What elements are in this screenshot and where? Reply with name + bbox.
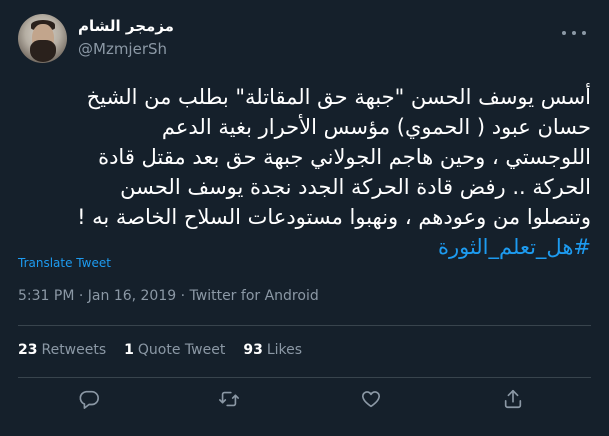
tweet-line: الحركة .. رفض قادة الحركة الجدد نجدة يوس… bbox=[120, 175, 591, 199]
tweet-date[interactable]: Jan 16, 2019 bbox=[88, 288, 176, 304]
tweet-source[interactable]: Twitter for Android bbox=[190, 288, 319, 304]
avatar-beard bbox=[30, 40, 56, 62]
author-handle[interactable]: @MzmjerSh bbox=[78, 40, 167, 58]
reply-icon[interactable] bbox=[78, 388, 102, 412]
divider bbox=[18, 325, 591, 326]
retweet-icon[interactable] bbox=[218, 388, 242, 412]
tweet-text: أسس يوسف الحسن "جبهة حق المقاتلة" بطلب م… bbox=[18, 82, 591, 262]
quotes-label: Quote Tweet bbox=[137, 342, 226, 358]
tweet-stats: 23 Retweets 1 Quote Tweet 93 Likes bbox=[18, 342, 302, 358]
meta-separator: · bbox=[180, 288, 190, 304]
retweets-stat[interactable]: 23 Retweets bbox=[18, 342, 106, 358]
tweet-time[interactable]: 5:31 PM bbox=[18, 288, 74, 304]
tweet-actions bbox=[0, 388, 609, 414]
retweets-count: 23 bbox=[18, 342, 38, 358]
tweet-line: حسان عبود ( الحموي) مؤسس الأحرار بغية ال… bbox=[161, 115, 591, 139]
tweet-line: وتنصلوا من وعودهم ، ونهبوا مستودعات السل… bbox=[77, 205, 591, 229]
more-dot bbox=[572, 31, 576, 35]
more-dot bbox=[582, 31, 586, 35]
more-icon[interactable] bbox=[562, 24, 586, 42]
avatar[interactable] bbox=[18, 14, 67, 63]
likes-label: Likes bbox=[266, 342, 303, 358]
retweets-label: Retweets bbox=[41, 342, 107, 358]
likes-stat[interactable]: 93 Likes bbox=[243, 342, 302, 358]
quote-tweets-stat[interactable]: 1 Quote Tweet bbox=[124, 342, 225, 358]
quotes-count: 1 bbox=[124, 342, 134, 358]
translate-tweet-link[interactable]: Translate Tweet bbox=[18, 256, 111, 270]
tweet-line: أسس يوسف الحسن "جبهة حق المقاتلة" بطلب م… bbox=[86, 85, 591, 109]
meta-separator: · bbox=[78, 288, 88, 304]
more-dot bbox=[562, 31, 566, 35]
heart-icon[interactable] bbox=[360, 388, 384, 412]
divider bbox=[18, 377, 591, 378]
tweet-line: اللوجستي ، وحين هاجم الجولاني جبهة حق بع… bbox=[98, 145, 591, 169]
likes-count: 93 bbox=[243, 342, 263, 358]
tweet-meta: 5:31 PM · Jan 16, 2019 · Twitter for And… bbox=[18, 288, 319, 304]
author-display-name[interactable]: مزمجر الشام bbox=[78, 17, 174, 35]
share-icon[interactable] bbox=[502, 388, 526, 412]
